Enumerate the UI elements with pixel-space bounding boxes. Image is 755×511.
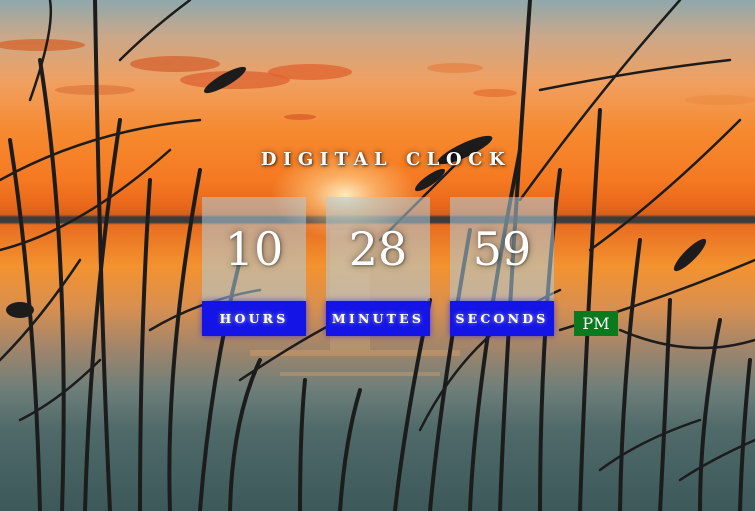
hours-value: 10	[202, 197, 306, 301]
seconds-value: 59	[450, 197, 554, 301]
seconds-label: SECONDS	[450, 301, 554, 336]
seconds-unit: 59 SECONDS	[450, 197, 554, 337]
hours-unit: 10 HOURS	[202, 197, 306, 337]
digital-clock: 10 HOURS 28 MINUTES 59 SECONDS	[202, 197, 622, 337]
ampm-badge: PM	[574, 311, 618, 336]
minutes-value: 28	[326, 197, 430, 301]
minutes-unit: 28 MINUTES	[326, 197, 430, 337]
minutes-label: MINUTES	[326, 301, 430, 336]
hours-label: HOURS	[202, 301, 306, 336]
clock-title: DIGITAL CLOCK	[260, 149, 512, 170]
